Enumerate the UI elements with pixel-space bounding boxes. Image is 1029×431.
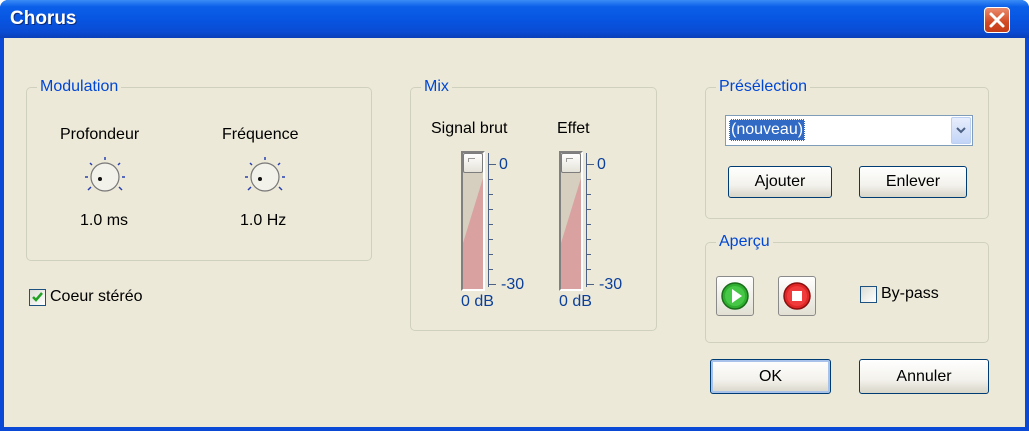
close-button[interactable] [984,7,1010,33]
dry-scale-top-label: 0 [499,156,508,173]
stereo-label[interactable]: Coeur stéréo [50,288,143,306]
preset-group-label: Présélection [716,78,811,96]
stereo-checkbox[interactable] [29,289,46,306]
play-icon [721,282,749,310]
dry-scale-line [488,153,489,287]
depth-label: Profondeur [60,126,140,143]
title-bar[interactable]: Chorus [0,0,1029,38]
stop-button[interactable] [778,276,816,316]
dry-signal-label: Signal brut [431,120,508,137]
dry-level-fill [463,178,483,289]
knob-icon [85,157,125,192]
close-icon [989,12,1005,28]
tick-mark [586,209,591,210]
effect-scale-top-label: 0 [597,156,606,173]
modulation-group: Modulation [26,78,372,261]
tick-mark [488,209,493,210]
bypass-checkbox[interactable] [860,286,877,303]
dry-signal-slider[interactable]: 0 -30 0 dB [461,151,551,321]
bypass-label[interactable]: By-pass [881,285,939,303]
mix-group-label: Mix [421,78,452,96]
ok-button[interactable]: OK [710,359,831,394]
effect-slider-thumb[interactable] [561,153,581,173]
effect-scale-line [586,153,587,287]
preset-group: Présélection [705,78,989,219]
effect-level-fill [561,178,581,289]
tick-mark [488,194,493,195]
cancel-button[interactable]: Annuler [859,359,989,394]
dropdown-arrow-button[interactable] [951,117,971,144]
tick-mark [488,239,493,240]
remove-preset-button[interactable]: Enlever [859,166,967,198]
effect-scale-bottom-label: -30 [599,276,623,293]
tick-mark [488,164,496,165]
effect-slider[interactable]: 0 -30 0 dB [559,151,649,321]
frequency-knob[interactable] [245,157,285,197]
knob-icon [245,157,285,192]
effect-value: 0 dB [559,293,592,310]
preset-dropdown[interactable]: (nouveau) [725,115,973,146]
tick-mark [586,179,591,180]
preset-selected-value: (nouveau) [729,119,806,141]
tick-mark [488,269,493,270]
tick-mark [488,179,493,180]
play-button[interactable] [716,276,754,316]
window-title: Chorus [10,8,77,29]
tick-mark [488,284,496,285]
tick-mark [586,284,594,285]
tick-mark [488,254,493,255]
tick-mark [586,224,591,225]
stop-icon [783,282,811,310]
dropdown-arrow-icon [956,127,966,134]
tick-mark [586,254,591,255]
tick-mark [586,194,591,195]
tick-mark [488,224,493,225]
depth-value: 1.0 ms [80,212,129,229]
tick-mark [586,269,591,270]
depth-knob[interactable] [85,157,125,197]
tick-mark [586,239,591,240]
dialog-body: Modulation Profondeur Fréquence 1.0 ms 1… [4,38,1025,427]
frequency-label: Fréquence [222,126,299,143]
frequency-value: 1.0 Hz [240,212,287,229]
modulation-group-label: Modulation [37,78,122,96]
dry-value: 0 dB [461,293,494,310]
tick-mark [586,164,594,165]
checkmark-icon [32,292,43,302]
preview-group-label: Aperçu [716,233,773,251]
dry-scale-bottom-label: -30 [501,276,525,293]
add-preset-button[interactable]: Ajouter [728,166,832,198]
effect-label: Effet [557,120,590,137]
dry-slider-thumb[interactable] [463,153,483,173]
chorus-dialog: Chorus Modulation Profondeur Fréquence 1… [0,0,1029,431]
